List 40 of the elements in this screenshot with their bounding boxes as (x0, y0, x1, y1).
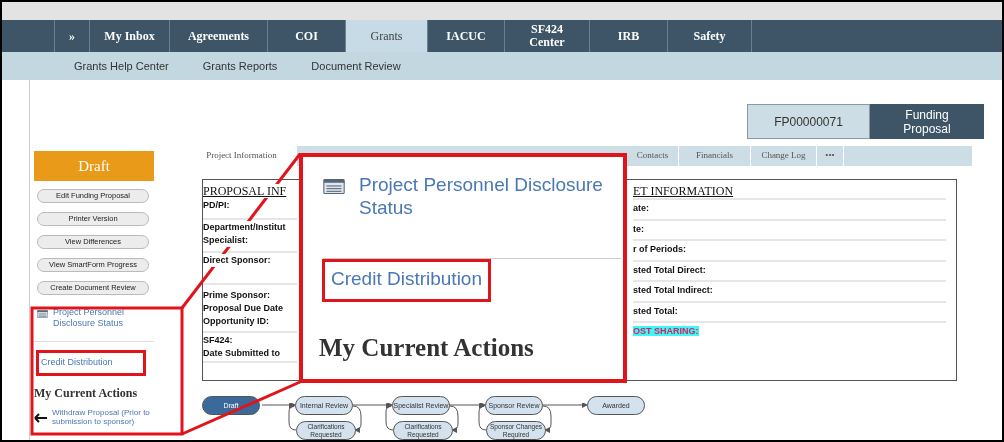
field-label: Prime Sponsor: (203, 289, 270, 302)
loop-arrow (288, 403, 297, 431)
loop-arrow (478, 403, 487, 431)
field-label: Opportunity ID: (203, 315, 269, 328)
loop-arrow (449, 405, 459, 433)
arrow (262, 403, 296, 408)
field-label: Department/Institut (203, 221, 286, 234)
section-title: PROPOSAL INF (203, 184, 287, 198)
record-type: Funding Proposal (870, 104, 984, 139)
field-label: sted Total: (633, 305, 678, 316)
loop-arrow (385, 403, 394, 431)
arrow (351, 403, 393, 408)
state-banner: Draft (34, 151, 154, 181)
list-icon (323, 179, 345, 194)
loop-arrow (352, 405, 362, 433)
subnav-link[interactable]: Grants Reports (202, 57, 278, 75)
subnav-link[interactable]: Grants Help Center (74, 57, 169, 75)
arrow (541, 403, 587, 408)
field-label: Specialist: (203, 234, 249, 247)
field-label: te: (633, 223, 644, 234)
callout-heading: My Current Actions (319, 333, 535, 363)
sidebar-link[interactable]: Credit Distribution (36, 350, 146, 376)
loop-arrow (542, 405, 552, 433)
section-title: ET INFORMATION (633, 184, 735, 198)
field-label: ate: (633, 203, 649, 213)
section-heading: My Current Actions (34, 385, 139, 402)
nav-tab[interactable]: Grants (346, 20, 428, 52)
tab[interactable]: Project Information (187, 146, 297, 166)
field-label: OST SHARING: (633, 326, 699, 336)
field-label: Proposal Due Date (203, 302, 284, 315)
field-label: sted Total Direct: (633, 264, 706, 275)
arrow (448, 403, 486, 408)
sidebar-link[interactable]: Project Personnel Disclosure Status (53, 307, 154, 329)
list-icon (37, 310, 48, 318)
subnav-link[interactable]: Document Review (311, 57, 401, 75)
field-label: sted Total Indirect: (633, 285, 713, 295)
arrow-left-icon (34, 413, 48, 423)
field-label: r of Periods: (633, 244, 686, 254)
record-id: FP00000071 (747, 104, 870, 139)
field-label: Direct Sponsor: (203, 254, 271, 267)
